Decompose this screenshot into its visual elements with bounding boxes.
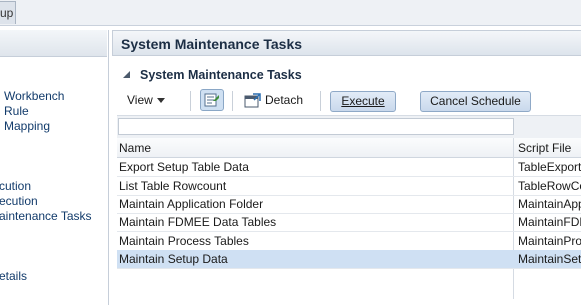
execute-button[interactable]: Execute bbox=[330, 91, 396, 112]
cancel-schedule-button[interactable]: Cancel Schedule bbox=[420, 91, 531, 112]
script-file-cell: TableRowCount bbox=[518, 179, 581, 193]
view-menu[interactable]: View bbox=[127, 93, 165, 107]
nav-item-mapping[interactable]: Mapping bbox=[4, 119, 50, 133]
nav-item-maintenance-tasks[interactable]: aintenance Tasks bbox=[0, 209, 92, 223]
name-filter-input[interactable] bbox=[118, 118, 514, 135]
script-file-cell: MaintainFDMEEDataTables bbox=[518, 215, 581, 229]
section-header: System Maintenance Tasks bbox=[117, 66, 581, 86]
task-name-cell: List Table Rowcount bbox=[119, 179, 227, 193]
task-name-cell: Export Setup Table Data bbox=[119, 160, 249, 174]
nav-item-execution-2[interactable]: ecution bbox=[0, 194, 38, 208]
script-file-cell: MaintainApplicationFolder bbox=[518, 197, 581, 211]
toolbar-divider bbox=[190, 91, 191, 111]
detach-icon bbox=[244, 93, 261, 108]
task-name-cell: Maintain Process Tables bbox=[119, 234, 249, 248]
left-nav-panel: Workbench Rule Mapping cution ecution ai… bbox=[0, 30, 109, 305]
toolbar: View Detach Execute Cancel Schedule bbox=[117, 87, 581, 116]
table-row[interactable]: Maintain Process Tables MaintainProcessT… bbox=[117, 232, 581, 251]
collapse-triangle-icon[interactable] bbox=[123, 71, 130, 78]
chevron-down-icon bbox=[156, 98, 165, 104]
nav-item-execution[interactable]: cution bbox=[0, 179, 31, 193]
left-panel-header bbox=[0, 30, 107, 57]
table-row[interactable]: Export Setup Table Data TableExportSetup… bbox=[117, 158, 581, 177]
table-row[interactable]: List Table Rowcount TableRowCount bbox=[117, 177, 581, 196]
table-header-row: Name Script File bbox=[117, 138, 581, 158]
filter-row bbox=[117, 116, 581, 139]
query-by-example-button[interactable] bbox=[200, 89, 224, 111]
query-by-example-icon bbox=[204, 93, 219, 107]
detach-label: Detach bbox=[265, 93, 304, 107]
view-menu-label: View bbox=[127, 93, 153, 107]
toolbar-divider bbox=[320, 91, 321, 111]
section-title: System Maintenance Tasks bbox=[140, 68, 302, 82]
column-header-name[interactable]: Name bbox=[119, 141, 151, 155]
task-name-cell: Maintain Setup Data bbox=[119, 252, 228, 266]
nav-item-details[interactable]: etails bbox=[0, 269, 27, 283]
toolbar-divider bbox=[232, 91, 233, 111]
table-row[interactable]: Maintain FDMEE Data Tables MaintainFDMEE… bbox=[117, 213, 581, 232]
tab-setup-label: up bbox=[0, 6, 14, 20]
task-name-cell: Maintain Application Folder bbox=[119, 197, 264, 211]
top-tab-strip: up bbox=[0, 0, 581, 26]
main-panel-header: System Maintenance Tasks bbox=[112, 30, 581, 56]
nav-item-rule[interactable]: Rule bbox=[4, 104, 29, 118]
script-file-cell: MaintainProcessTables bbox=[518, 234, 581, 248]
nav-item-workbench[interactable]: Workbench bbox=[4, 89, 64, 103]
table-row[interactable]: Maintain Application Folder MaintainAppl… bbox=[117, 195, 581, 214]
column-header-script-file[interactable]: Script File bbox=[518, 141, 571, 155]
table-row-selected[interactable]: Maintain Setup Data MaintainSetupData bbox=[117, 250, 581, 269]
script-file-cell: TableExportSetupData bbox=[518, 160, 581, 174]
page-title: System Maintenance Tasks bbox=[121, 36, 303, 52]
tab-setup[interactable]: up bbox=[0, 1, 16, 24]
main-panel: System Maintenance Tasks System Maintena… bbox=[112, 30, 581, 305]
script-file-cell: MaintainSetupData bbox=[518, 252, 581, 266]
task-name-cell: Maintain FDMEE Data Tables bbox=[119, 215, 277, 229]
